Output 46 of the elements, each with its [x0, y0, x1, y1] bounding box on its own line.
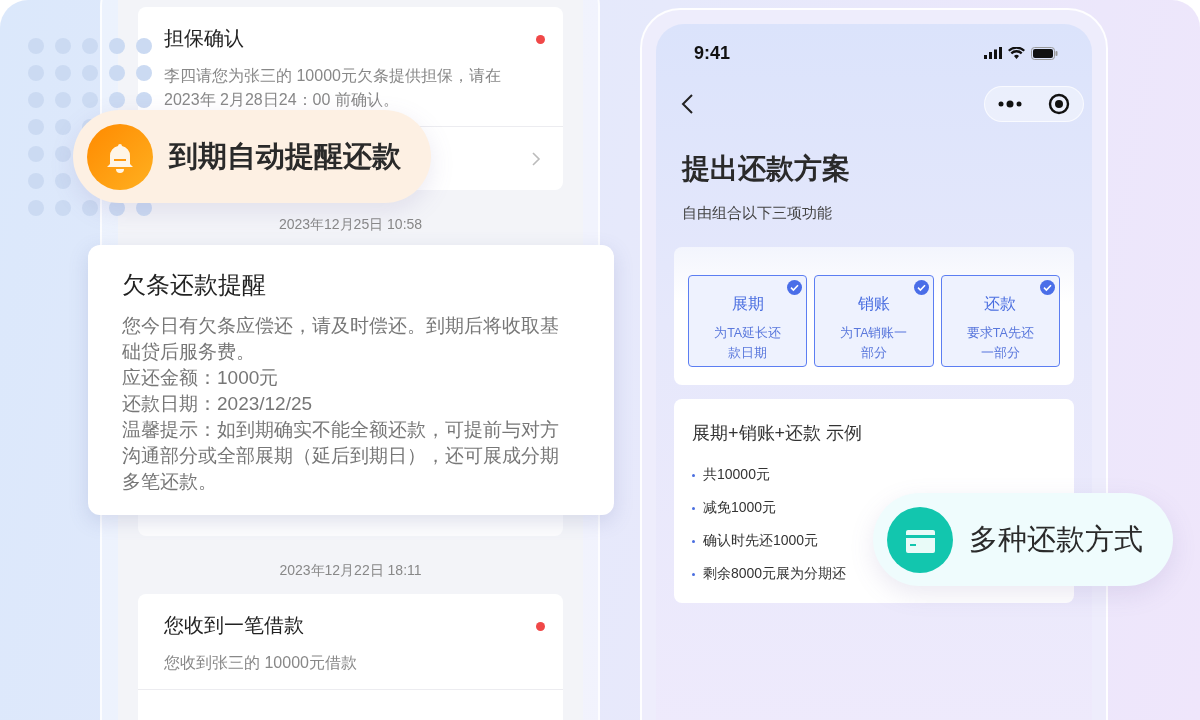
reminder-text: 还款日期：2023/12/25 — [122, 392, 314, 416]
bullet-dot — [692, 539, 695, 543]
message-body: 您收到张三的 10000元借款 — [164, 653, 358, 673]
option-description: 为TA销账一部分 — [839, 325, 909, 362]
option-title: 展期 — [731, 294, 764, 314]
example-title: 展期+销账+还款 示例 — [692, 422, 864, 445]
option-description: 为TA延长还款日期 — [713, 325, 783, 362]
message-body: 李四请您为张三的 10000元欠条提供担保，请在2023年 2月28日24：00 前确认。 — [164, 66, 502, 110]
status-time: 9:41 — [694, 42, 731, 64]
example-item: 确认时先还1000元 — [703, 532, 819, 550]
reminder-text: 您今日有欠条应偿还，请及时偿还。到期后将收取基础贷后服务费。 — [122, 314, 560, 364]
option-tile[interactable]: 展期 为TA延长还款日期 — [688, 275, 808, 367]
example-item: 剩余8000元展为分期还 — [703, 565, 847, 583]
check-icon — [787, 280, 803, 295]
card-icon — [887, 506, 953, 573]
page-subtitle: 自由组合以下三项功能 — [682, 204, 833, 223]
option-tile[interactable]: 还款 要求TA先还一部分 — [940, 275, 1060, 367]
bullet-dot — [692, 572, 695, 576]
example-item: 共10000元 — [703, 466, 770, 484]
option-tile[interactable]: 销账 为TA销账一部分 — [814, 275, 934, 367]
badge-text: 到期自动提醒还款 — [169, 138, 401, 174]
option-title: 销账 — [858, 294, 890, 314]
badge-text: 多种还款方式 — [969, 521, 1143, 557]
bullet-dot — [692, 506, 695, 510]
signal-icon — [984, 47, 1002, 59]
option-title: 还款 — [984, 294, 1017, 314]
example-item: 减免1000元 — [703, 499, 777, 517]
timestamp: 2023年12月25日 10:58 — [277, 216, 424, 234]
message-title: 您收到一笔借款 — [164, 613, 305, 638]
more-icon[interactable] — [998, 100, 1022, 108]
timestamp: 2023年12月22日 18:11 — [278, 562, 423, 580]
page-title: 提出还款方案 — [682, 152, 851, 186]
check-icon — [913, 280, 929, 295]
reminder-text: 应还金额：1000元 — [122, 366, 280, 390]
battery-icon — [1031, 46, 1058, 60]
check-icon — [1040, 280, 1055, 295]
back-icon[interactable] — [680, 93, 694, 115]
message-title: 担保确认 — [164, 26, 245, 51]
bullet-dot — [692, 473, 695, 477]
option-description: 要求TA先还一部分 — [965, 325, 1035, 362]
wifi-icon — [1008, 47, 1025, 59]
reminder-text: 温馨提示：如到期确实不能全额还款，可提前与对方沟通部分或全部展期（延后到期日），还可展成分期多笔还款。 — [122, 418, 560, 494]
message-card[interactable]: 您收到一笔借款 您收到张三的 10000元借款 — [138, 594, 563, 720]
close-target-icon[interactable] — [1048, 93, 1070, 115]
bell-icon — [87, 123, 153, 190]
reminder-title: 欠条还款提醒 — [122, 270, 267, 300]
